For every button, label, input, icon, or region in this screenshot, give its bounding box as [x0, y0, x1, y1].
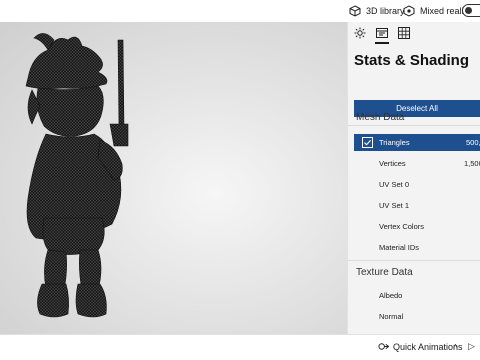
- wireframe-model: [25, 33, 129, 318]
- tab-grid[interactable]: [397, 26, 411, 40]
- checkmark-icon: [364, 139, 372, 146]
- mesh-row-uv-set-0[interactable]: UV Set 0: [354, 176, 480, 193]
- mesh-row-value: 500,: [466, 138, 480, 147]
- texture-row-label: Albedo: [379, 291, 403, 300]
- sun-icon: [354, 27, 366, 39]
- 3d-library-button[interactable]: 3D library: [349, 3, 405, 19]
- grid-icon: [398, 27, 410, 39]
- texture-row-normal[interactable]: Normal: [354, 308, 480, 325]
- mesh-row-label: Vertices: [379, 159, 406, 168]
- stats-icon: [376, 28, 388, 38]
- top-bar: 3D library Mixed reality: [0, 0, 480, 22]
- tab-stats[interactable]: [375, 26, 389, 44]
- mixed-reality-toggle[interactable]: [462, 4, 480, 17]
- mesh-data-heading: Mesh Data: [356, 112, 405, 123]
- toggle-knob: [465, 7, 472, 14]
- chevron-up-icon[interactable]: ˄: [453, 342, 458, 351]
- mesh-row-label: UV Set 0: [379, 180, 410, 189]
- bottom-bar: Quick Animations ˄ ▷: [0, 334, 480, 360]
- panel-tabs: [348, 22, 480, 44]
- mesh-row-label: Vertex Colors: [379, 222, 425, 231]
- cube-icon: [349, 5, 361, 17]
- mixed-reality-button[interactable]: Mixed reality: [403, 3, 471, 19]
- play-icon[interactable]: ▷: [468, 341, 475, 352]
- texture-row-label: Normal: [379, 312, 404, 321]
- texture-row-albedo[interactable]: Albedo: [354, 287, 480, 304]
- mesh-row-value: 1,500,: [464, 159, 480, 168]
- mesh-row-triangles[interactable]: Triangles 500,: [354, 134, 480, 151]
- tab-lighting[interactable]: [353, 26, 367, 40]
- mesh-row-label: Triangles: [379, 138, 410, 147]
- texture-data-heading: Texture Data: [356, 267, 413, 278]
- mesh-row-label: Material IDs: [379, 243, 420, 252]
- mesh-row-label: UV Set 1: [379, 201, 410, 210]
- checkbox[interactable]: [362, 137, 373, 148]
- panel-title: Stats & Shading: [354, 52, 470, 69]
- divider: [348, 125, 480, 126]
- mesh-row-vertices[interactable]: Vertices 1,500,: [354, 155, 480, 172]
- quick-animations-button[interactable]: Quick Animations: [378, 341, 463, 352]
- animation-icon: [378, 343, 389, 350]
- mesh-row-vertex-colors[interactable]: Vertex Colors: [354, 218, 480, 235]
- mesh-row-uv-set-1[interactable]: UV Set 1: [354, 197, 480, 214]
- 3d-library-label: 3D library: [366, 6, 405, 16]
- 3d-viewport[interactable]: [0, 22, 347, 334]
- mesh-row-material-ids[interactable]: Material IDs: [354, 239, 480, 256]
- stats-panel: Stats & Shading Deselect All Mesh Data T…: [347, 22, 480, 334]
- mixed-reality-icon: [403, 5, 415, 17]
- divider: [348, 260, 480, 261]
